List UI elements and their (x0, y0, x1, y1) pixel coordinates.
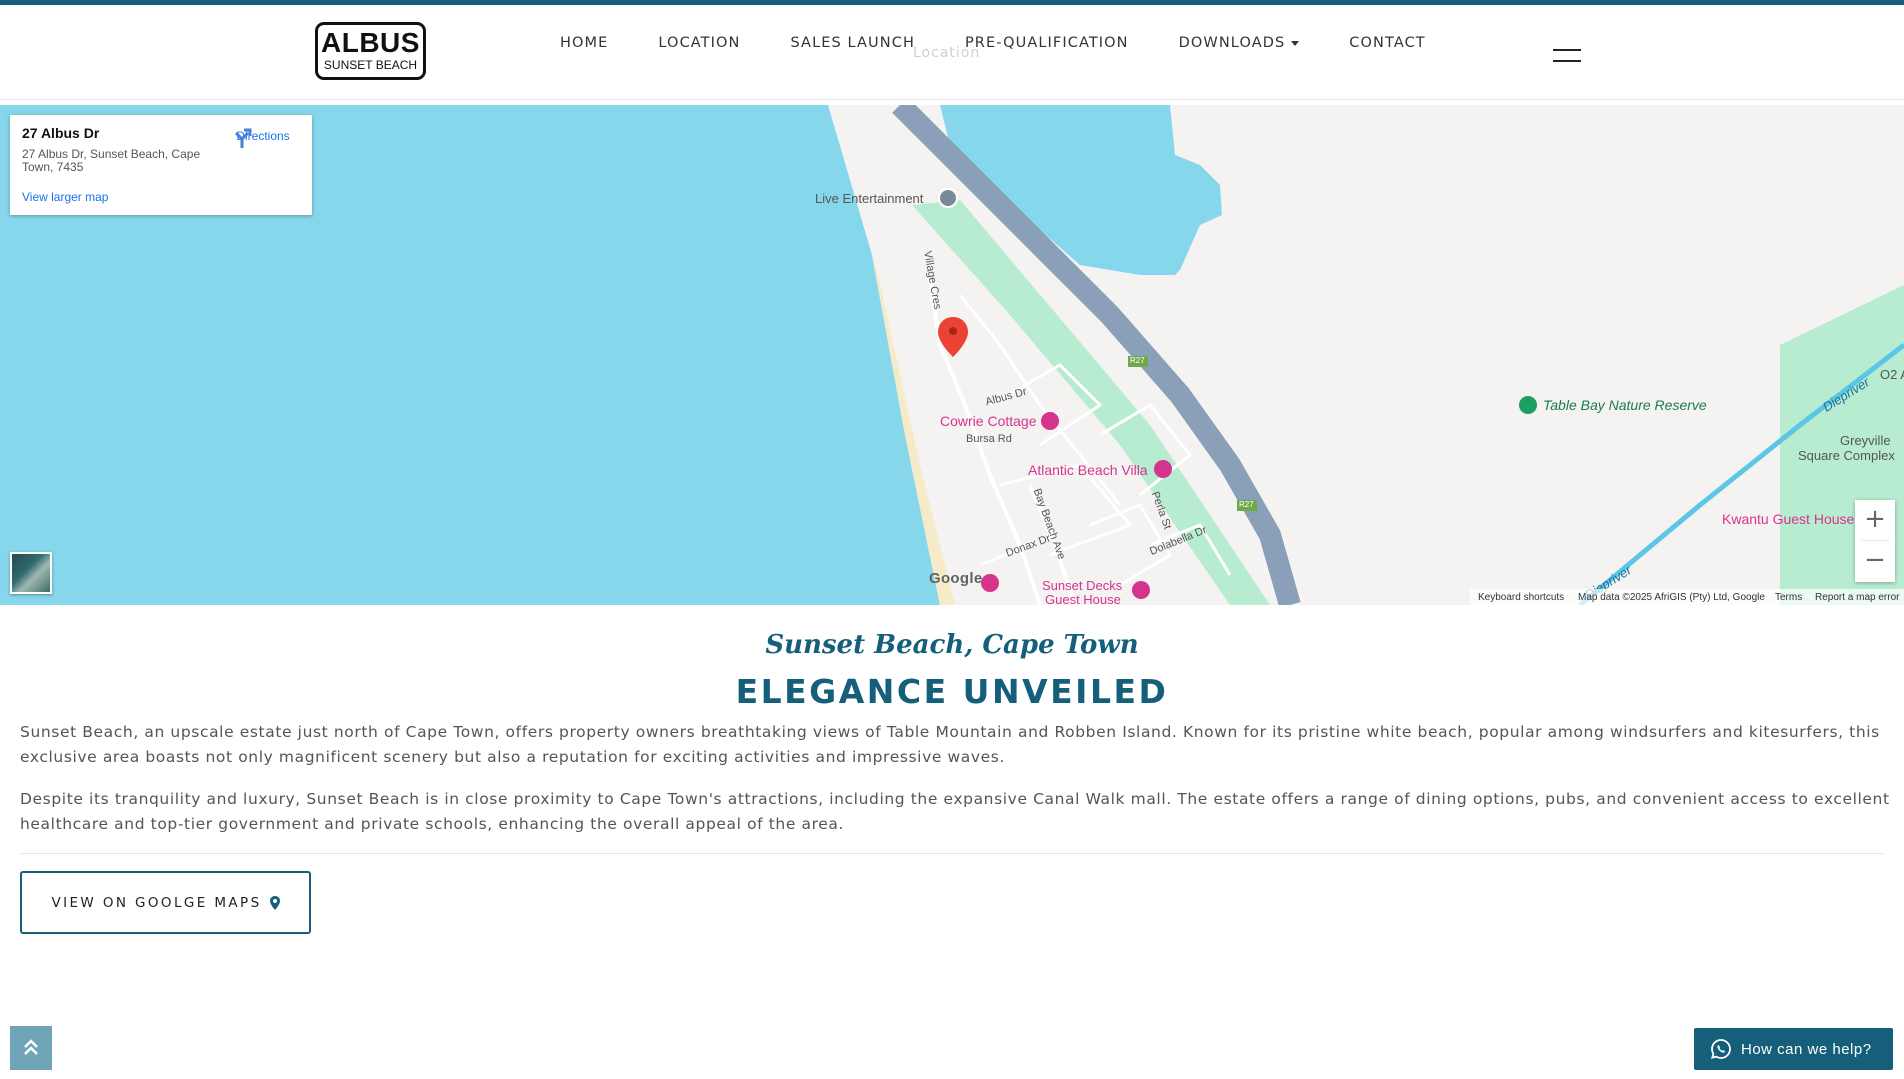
back-to-top-button[interactable] (10, 1026, 52, 1070)
map-label-o2: O2 A (1880, 367, 1904, 382)
terms-link[interactable]: Terms (1775, 592, 1802, 603)
logo-tagline: SUNSET BEACH (323, 58, 418, 72)
map-label-atlantic-beach-villa[interactable]: Atlantic Beach Villa (1028, 462, 1148, 478)
poi-pin (981, 574, 999, 592)
double-chevron-up-icon (24, 1039, 38, 1055)
logo-wordmark: ALBUS (321, 27, 420, 58)
hamburger-menu-icon[interactable] (1553, 47, 1581, 65)
map-label-sunset-decks[interactable]: Sunset Decks (1042, 578, 1122, 593)
map-label-r27-a: R27 (1130, 356, 1145, 365)
whatsapp-icon (1711, 1039, 1731, 1059)
map-label-bursa-rd: Bursa Rd (966, 433, 1012, 445)
nav-downloads-label: DOWNLOADS (1178, 35, 1286, 51)
nav-home[interactable]: HOME (560, 35, 608, 51)
map-label-r27-b: R27 (1239, 500, 1254, 509)
live-entertainment-pin (938, 188, 958, 208)
map-label-greyville: Greyville (1840, 433, 1891, 448)
report-map-error-link[interactable]: Report a map error (1815, 592, 1899, 603)
nav-contact[interactable]: CONTACT (1349, 35, 1425, 51)
whatsapp-label: How can we help? (1741, 1040, 1872, 1058)
nav-sales-launch[interactable]: SALES LAUNCH (790, 35, 914, 51)
directions-icon (234, 128, 252, 148)
google-map[interactable]: Live Entertainment Village Cres Albus Dr… (0, 105, 1904, 605)
map-label-live-entertainment: Live Entertainment (815, 191, 924, 206)
zoom-in-button[interactable]: + (1855, 500, 1895, 540)
map-label-guest-house[interactable]: Guest House (1045, 592, 1121, 605)
amenities-paragraph: Despite its tranquility and luxury, Suns… (20, 790, 1890, 833)
nav-downloads[interactable]: DOWNLOADS (1179, 35, 1300, 51)
caret-down-icon (1291, 40, 1300, 46)
cowrie-cottage-pin (1041, 412, 1059, 430)
nav-location[interactable]: LOCATION (658, 35, 740, 51)
map-label-square-complex: Square Complex (1798, 448, 1895, 463)
content-divider (20, 853, 1884, 854)
main-nav: HOME LOCATION SALES LAUNCH PRE-QUALIFICA… (535, 35, 1451, 51)
site-header: ALBUS SUNSET BEACH Location HOME LOCATIO… (0, 5, 1904, 100)
google-logo: Google (929, 570, 983, 587)
sunset-decks-pin (1132, 581, 1150, 599)
view-larger-map-link[interactable]: View larger map (22, 190, 108, 204)
location-subtitle: Sunset Beach, Cape Town (765, 630, 1139, 660)
intro-paragraph: Sunset Beach, an upscale estate just nor… (20, 723, 1880, 766)
page-headline: ELEGANCE UNVEILED (735, 672, 1169, 711)
maps-button-label: VIEW ON GOOLGE MAPS (51, 894, 262, 911)
park-pin (1519, 396, 1537, 414)
directions-button[interactable]: Directions (232, 127, 294, 148)
info-card-title: 27 Albus Dr (22, 125, 100, 141)
map-label-kwantu-guest-house[interactable]: Kwantu Guest House (1722, 511, 1854, 527)
whatsapp-chat-button[interactable]: How can we help? (1694, 1028, 1893, 1070)
satellite-toggle[interactable] (10, 552, 52, 594)
keyboard-shortcuts-link[interactable]: Keyboard shortcuts (1478, 592, 1564, 603)
albus-logo[interactable]: ALBUS SUNSET BEACH (315, 22, 426, 80)
atlantic-beach-villa-pin (1154, 460, 1172, 478)
zoom-out-button[interactable]: − (1855, 541, 1895, 581)
nav-pre-qualification[interactable]: PRE-QUALIFICATION (965, 35, 1129, 51)
zoom-control: + − (1855, 500, 1895, 582)
map-label-cowrie-cottage[interactable]: Cowrie Cottage (940, 413, 1037, 429)
view-on-google-maps-button[interactable]: VIEW ON GOOLGE MAPS (20, 871, 311, 934)
info-card-address: 27 Albus Dr, Sunset Beach, Cape Town, 74… (22, 147, 201, 174)
map-info-card: 27 Albus Dr 27 Albus Dr, Sunset Beach, C… (10, 115, 312, 215)
map-data-attribution: Map data ©2025 AfriGIS (Pty) Ltd, Google (1578, 592, 1765, 603)
map-label-table-bay-nature-reserve[interactable]: Table Bay Nature Reserve (1543, 397, 1707, 413)
map-pin-icon (269, 895, 280, 910)
